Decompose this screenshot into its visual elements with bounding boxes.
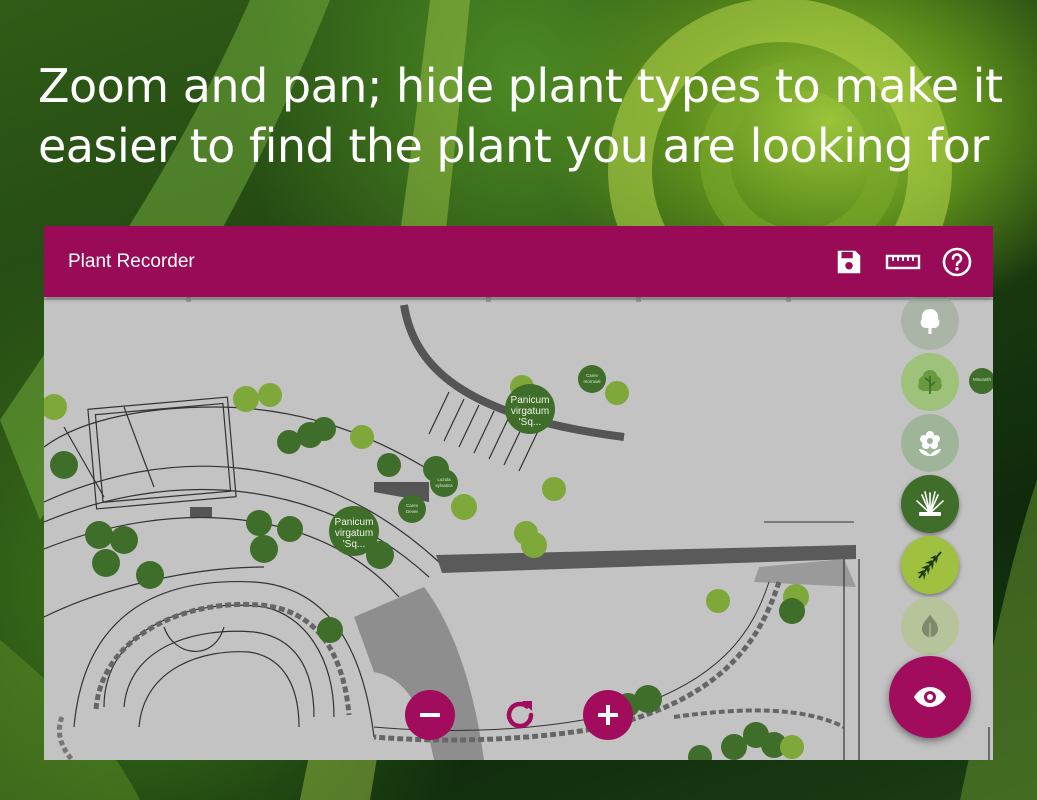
fern-icon — [917, 551, 942, 580]
svg-text:virgatum: virgatum — [335, 528, 373, 539]
flower-icon — [919, 431, 941, 456]
bulb-filter[interactable] — [901, 597, 959, 655]
zoom-in-icon — [598, 705, 618, 725]
shrub-filter[interactable] — [901, 353, 959, 411]
zoom-out-icon — [420, 713, 440, 717]
bulb-icon — [922, 614, 938, 637]
svg-text:sylvatica: sylvatica — [435, 483, 453, 488]
save-button[interactable] — [827, 240, 871, 284]
shrub-icon — [918, 370, 942, 394]
app-title: Plant Recorder — [68, 250, 195, 272]
svg-text:Luzula: Luzula — [437, 477, 451, 482]
ruler-icon — [885, 254, 921, 269]
measure-button[interactable] — [881, 240, 925, 284]
app-screenshot: Plant Recorder Carex morrowii Luzula syl… — [44, 226, 993, 760]
help-button[interactable] — [935, 240, 979, 284]
tree-filter[interactable] — [901, 292, 959, 350]
svg-text:Carex: Carex — [586, 373, 599, 378]
reset-view-button[interactable] — [495, 690, 545, 740]
app-bar: Plant Recorder — [44, 226, 993, 297]
zoom-out-button[interactable] — [405, 690, 455, 740]
svg-text:'Sq...: 'Sq... — [343, 539, 365, 550]
grass-filter[interactable] — [901, 475, 959, 533]
headline: Zoom and pan; hide plant types to make i… — [38, 56, 1018, 176]
save-icon — [837, 250, 861, 273]
visibility-icon — [914, 687, 946, 707]
svg-text:Miscanth: Miscanth — [973, 377, 992, 382]
zoom-in-button[interactable] — [583, 690, 633, 740]
tree-icon — [920, 309, 940, 334]
svg-text:Dever: Dever — [406, 509, 419, 514]
svg-text:virgatum: virgatum — [511, 406, 549, 417]
svg-text:morrowii: morrowii — [583, 379, 600, 384]
help-icon — [942, 247, 972, 276]
headline-line-1: Zoom and pan; hide plant types to make i… — [38, 59, 1003, 113]
svg-text:'Sq...: 'Sq... — [519, 417, 541, 428]
svg-text:Panicum: Panicum — [335, 517, 374, 528]
fern-filter[interactable] — [901, 536, 959, 594]
headline-line-2: easier to find the plant you are looking… — [38, 119, 989, 173]
flower-filter[interactable] — [901, 414, 959, 472]
grass-icon — [916, 491, 944, 516]
visibility-fab[interactable] — [889, 656, 971, 738]
plant-label-panicum-1: Panicum — [511, 395, 550, 406]
svg-text:Carex: Carex — [406, 503, 419, 508]
reset-view-icon — [506, 701, 534, 729]
